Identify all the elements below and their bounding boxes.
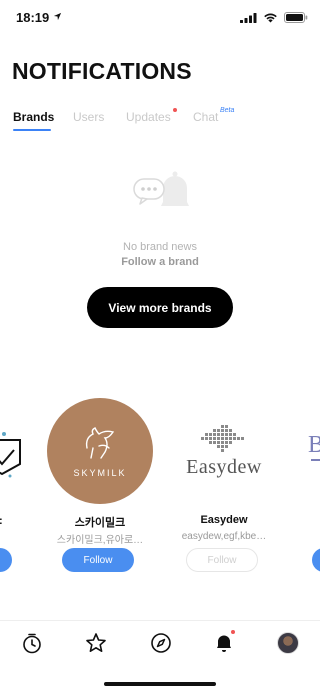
avatar (277, 632, 299, 654)
follow-button[interactable]: Follow (186, 548, 258, 572)
tab-brands[interactable]: Brands (13, 110, 54, 124)
tab-chat[interactable]: Chat (193, 110, 218, 124)
dot-grid-logo-icon (201, 424, 244, 452)
brand-name: Easydew (200, 514, 248, 526)
nav-timer[interactable] (20, 631, 44, 655)
location-arrow-icon (53, 12, 62, 21)
brand-logo-easydew: Easydew (171, 398, 277, 504)
battery-icon (284, 12, 308, 23)
status-bar: 18:19 (0, 0, 320, 40)
brand-tags: easydew,egf,kbe… (181, 531, 267, 542)
skymilk-logo-text: SKYMILK (73, 468, 127, 478)
partial-brand-name-left: : (0, 515, 3, 527)
partial-brand-logo-underline (311, 459, 320, 461)
status-time: 18:19 (16, 10, 50, 25)
follow-button[interactable]: Follow (62, 548, 134, 572)
timer-icon (23, 633, 41, 654)
star-icon (86, 633, 106, 652)
brand-carousel[interactable]: : SKYMILK 스카이밀크 스카이밀크,유아로… Follow (0, 388, 320, 588)
partial-follow-button-right[interactable] (312, 548, 320, 572)
easydew-logo-text: Easydew (186, 455, 262, 478)
brand-tags: 스카이밀크,유아로… (56, 535, 144, 546)
notification-dot (231, 630, 235, 634)
brand-card-skymilk[interactable]: SKYMILK 스카이밀크 스카이밀크,유아로… Follow (45, 388, 155, 588)
compass-icon (151, 633, 171, 653)
nav-favorites[interactable] (84, 631, 108, 655)
brand-name: 스카이밀크 (74, 517, 126, 529)
tab-users[interactable]: Users (73, 110, 104, 124)
view-more-brands-button[interactable]: View more brands (87, 287, 233, 328)
nav-profile[interactable] (276, 631, 300, 655)
nav-explore[interactable] (149, 631, 173, 655)
home-indicator (104, 682, 216, 686)
bottom-navigation (0, 620, 320, 664)
tab-bar: Brands Users Updates Chat Beta (0, 104, 320, 132)
brand-card-easydew[interactable]: Easydew Easydew easydew,egf,kbe… Follow (169, 388, 279, 588)
pegasus-logo-icon (85, 427, 115, 459)
partial-brand-logo-right: B (308, 432, 320, 458)
status-indicators (240, 12, 308, 23)
empty-state-message: No brand news (123, 241, 197, 253)
partial-follow-button-left[interactable] (0, 548, 12, 572)
bell-chat-icon (133, 171, 189, 206)
page-title: NOTIFICATIONS (12, 58, 192, 84)
empty-state-hint: Follow a brand (121, 256, 199, 268)
chat-beta-badge: Beta (220, 107, 235, 114)
signal-icon (240, 12, 257, 23)
brand-logo-skymilk: SKYMILK (47, 398, 153, 504)
updates-dot (173, 108, 177, 112)
nav-notifications[interactable] (212, 630, 236, 655)
tab-updates[interactable]: Updates (126, 110, 171, 124)
wifi-icon (264, 13, 277, 23)
active-tab-indicator (13, 129, 51, 131)
partial-brand-logo-left (0, 430, 24, 483)
bell-icon (217, 635, 231, 652)
